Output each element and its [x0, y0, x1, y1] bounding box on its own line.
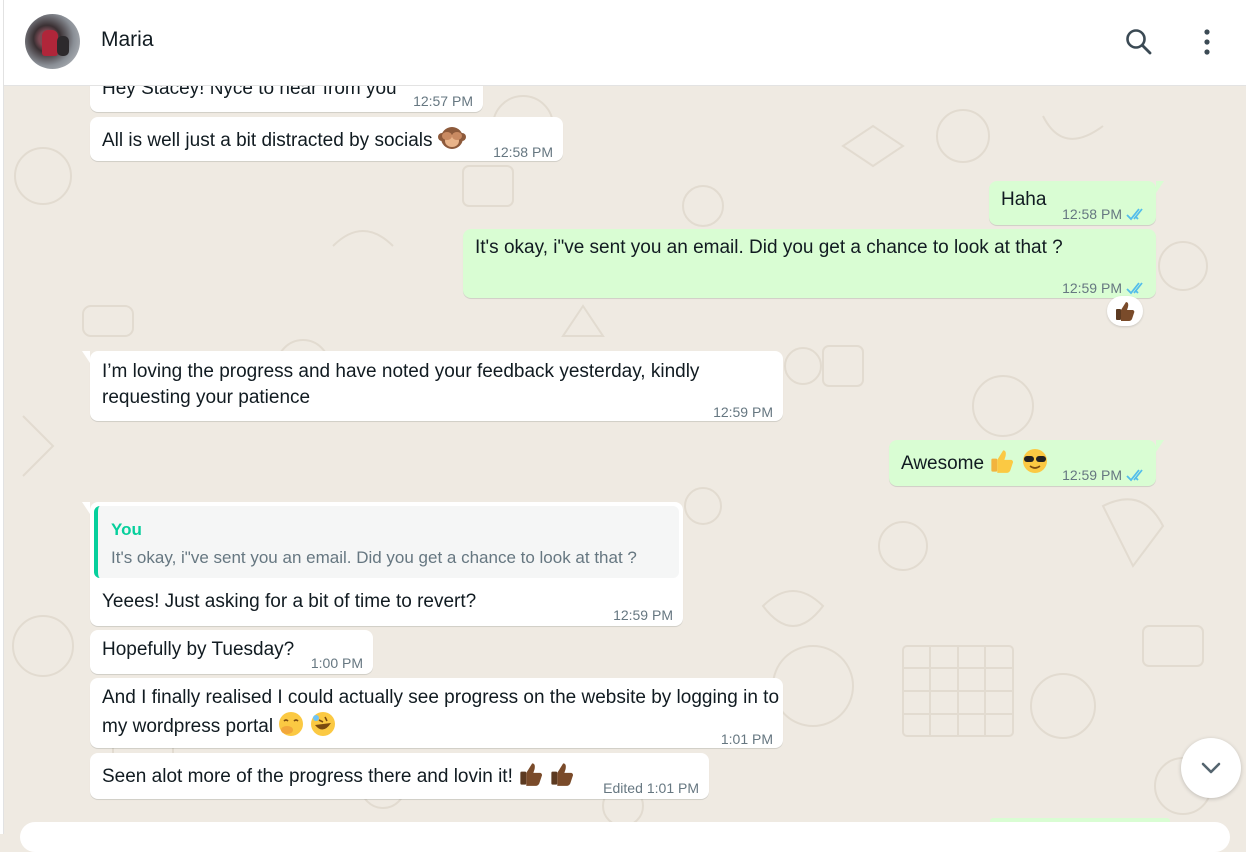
message-bubble-outgoing[interactable]: It's okay, i"ve sent you an email. Did y… [463, 229, 1156, 298]
message-text: It's okay, i"ve sent you an email. Did y… [475, 237, 1063, 258]
chat-header: Maria [0, 0, 1246, 86]
message-bubble-outgoing[interactable]: Awesome 12:59 PM [889, 440, 1164, 488]
chat-panel[interactable]: Hey Stacey! Nyce to hear from you 12:57 … [3, 86, 1246, 834]
message-bubble-incoming[interactable]: Hey Stacey! Nyce to hear from you 12:57 … [90, 86, 483, 112]
message-bubble-incoming[interactable]: You It's okay, i"ve sent you an email. D… [82, 502, 683, 626]
message-text: Hopefully by Tuesday? [102, 639, 295, 660]
thumbs-up-icon [520, 763, 543, 786]
thumbs-up-icon [991, 450, 1014, 473]
message-time: 1:00 PM [310, 655, 363, 671]
menu-icon[interactable] [1192, 27, 1222, 57]
message-bubble-incoming[interactable]: And I finally realised I could actually … [90, 678, 783, 748]
message-text: Yeees! Just asking for a bit of time to … [102, 591, 477, 612]
chevron-down-icon [1201, 762, 1221, 774]
message-time: 1:01 PM [720, 731, 773, 747]
message-bubble-outgoing[interactable]: Haha 12:58 PM [989, 181, 1164, 227]
message-bubble-incoming[interactable]: I’m loving the progress and have noted y… [82, 351, 783, 421]
message-time: 12:59 PM [713, 404, 773, 420]
message-text: I’m loving the progress and have noted y… [102, 361, 700, 408]
message-text: Haha [1001, 189, 1047, 210]
quoted-message[interactable]: You It's okay, i"ve sent you an email. D… [94, 506, 679, 578]
message-text: Awesome [901, 448, 1049, 477]
message-time: 12:58 PM [1062, 201, 1148, 227]
message-text: Seen alot more of the progress there and… [102, 761, 575, 790]
message-reaction[interactable] [1107, 296, 1143, 326]
read-receipt-icon [1126, 208, 1143, 221]
message-bubble-incoming[interactable]: Seen alot more of the progress there and… [90, 753, 709, 799]
scroll-to-bottom-button[interactable] [1181, 738, 1241, 798]
message-time: 12:59 PM [1062, 462, 1148, 488]
read-receipt-icon [1126, 282, 1143, 295]
quote-author: You [111, 520, 142, 539]
hand-over-mouth-icon [279, 712, 304, 736]
message-time: Edited 1:01 PM [603, 775, 699, 801]
avatar[interactable] [25, 14, 80, 69]
message-text: Hey Stacey! Nyce to hear from you [102, 86, 397, 99]
message-time: 12:57 PM [413, 93, 473, 109]
quote-text: It's okay, i"ve sent you an email. Did y… [111, 548, 637, 567]
rolling-laughing-icon [310, 712, 335, 736]
sunglasses-face-icon [1022, 449, 1047, 473]
thumbs-up-icon [1116, 302, 1135, 321]
edited-label: Edited [603, 780, 643, 796]
message-bubble-incoming[interactable]: All is well just a bit distracted by soc… [90, 117, 563, 161]
message-text: And I finally realised I could actually … [102, 687, 780, 737]
search-icon[interactable] [1124, 27, 1154, 57]
read-receipt-icon [1126, 469, 1143, 482]
thumbs-up-icon [551, 763, 574, 786]
contact-name[interactable]: Maria [101, 28, 154, 52]
message-text: All is well just a bit distracted by soc… [102, 125, 466, 154]
message-bubble-incoming[interactable]: Hopefully by Tuesday? 1:00 PM [90, 630, 373, 674]
message-time: 12:59 PM [613, 607, 673, 623]
window-edge [0, 0, 4, 834]
message-composer[interactable] [20, 822, 1230, 852]
see-no-evil-monkey-icon [437, 127, 466, 149]
message-time: 12:58 PM [493, 144, 553, 160]
